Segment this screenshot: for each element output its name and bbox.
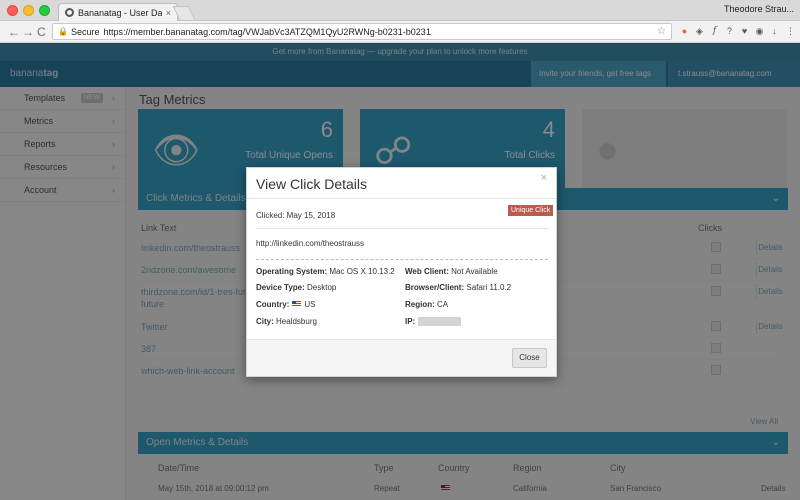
browser-field: Browser/Client: Safari 11.0.2: [405, 283, 511, 292]
minimize-window-button[interactable]: [23, 5, 34, 16]
browser-value: Safari 11.0.2: [466, 283, 512, 292]
ip-label: IP:: [405, 317, 416, 326]
us-flag-icon: [292, 301, 302, 308]
reload-icon[interactable]: C: [37, 24, 46, 40]
divider: [247, 198, 556, 199]
city-field: City: Healdsburg: [256, 317, 317, 326]
device-label: Device Type:: [256, 283, 305, 292]
country-value: US: [304, 300, 316, 309]
web-client-value: Not Available: [451, 267, 498, 276]
unique-click-badge: Unique Click: [508, 205, 554, 216]
bananatag-favicon-icon: [65, 8, 74, 17]
os-label: Operating System:: [256, 267, 328, 276]
ip-field: IP:: [405, 317, 462, 327]
region-field: Region: CA: [405, 300, 448, 309]
web-client-label: Web Client:: [405, 267, 449, 276]
close-icon[interactable]: ×: [541, 172, 547, 184]
web-client-field: Web Client: Not Available: [405, 267, 498, 276]
close-button[interactable]: Close: [512, 348, 547, 368]
profile-name[interactable]: Theodore Strau...: [724, 4, 794, 14]
url-text[interactable]: https://member.bananatag.com/tag/VWJabVc…: [104, 27, 658, 37]
country-label: Country:: [256, 300, 290, 309]
browser-menu-icon[interactable]: ⋮: [785, 26, 796, 37]
clicked-date: Clicked: May 15, 2018: [256, 211, 336, 220]
dashed-divider: [256, 259, 548, 260]
city-value: Healdsburg: [276, 317, 317, 326]
extension-heart-icon[interactable]: ♥: [739, 26, 750, 37]
browser-toolbar: ← → C 🔒 Secure https://member.bananatag.…: [0, 21, 800, 43]
region-value: CA: [437, 300, 449, 309]
modal-title: View Click Details: [256, 176, 367, 192]
city-label: City:: [256, 317, 274, 326]
browser-label: Browser/Client:: [405, 283, 465, 292]
extension-shield-icon[interactable]: ◈: [694, 26, 705, 37]
extension-function-icon[interactable]: f: [709, 26, 720, 37]
clicked-link-url[interactable]: http://linkedin.com/theostrauss: [256, 239, 364, 248]
back-arrow-icon[interactable]: ←: [8, 24, 20, 40]
forward-arrow-icon[interactable]: →: [22, 24, 34, 40]
divider: [256, 228, 548, 229]
os-value: Mac OS X 10.13.2: [329, 267, 395, 276]
tab-title: Bananatag - User Dashboard: [78, 7, 162, 18]
click-details-modal: View Click Details × Clicked: May 15, 20…: [246, 167, 557, 377]
device-value: Desktop: [307, 283, 337, 292]
country-field: Country: US: [256, 300, 315, 309]
download-icon[interactable]: ↓: [769, 26, 780, 37]
modal-footer: Close: [247, 339, 556, 376]
region-label: Region:: [405, 300, 435, 309]
tab-close-icon[interactable]: ×: [166, 8, 171, 18]
browser-titlebar: Bananatag - User Dashboard × Theodore St…: [0, 0, 800, 21]
device-field: Device Type: Desktop: [256, 283, 336, 292]
os-field: Operating System: Mac OS X 10.13.2: [256, 267, 395, 276]
extension-fox-icon[interactable]: ●: [679, 26, 690, 37]
maximize-window-button[interactable]: [39, 5, 50, 16]
close-window-button[interactable]: [7, 5, 18, 16]
bookmark-star-icon[interactable]: ☆: [657, 26, 666, 37]
extension-help-icon[interactable]: ?: [724, 26, 735, 37]
lock-icon: 🔒: [58, 27, 68, 36]
browser-tab[interactable]: Bananatag - User Dashboard ×: [58, 3, 178, 21]
ip-redacted: [418, 317, 462, 327]
extension-circle-icon[interactable]: ◉: [754, 26, 765, 37]
secure-label: Secure: [70, 26, 100, 37]
address-bar[interactable]: 🔒 Secure https://member.bananatag.com/ta…: [52, 23, 672, 40]
